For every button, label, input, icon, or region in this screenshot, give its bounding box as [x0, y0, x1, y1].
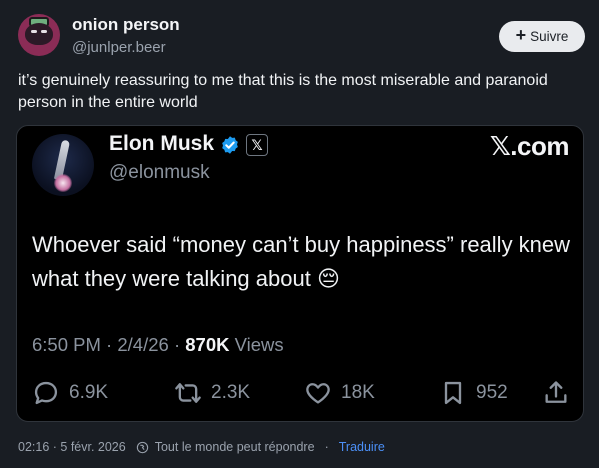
views-count: 870K: [185, 334, 230, 355]
author-handle[interactable]: @junlper.beer: [72, 39, 166, 56]
quoted-post-card[interactable]: Elon Musk 𝕏 @elonmusk 𝕏.com Whoever said…: [16, 125, 584, 422]
quoted-date: 2/4/26: [117, 334, 169, 355]
post-timestamp[interactable]: 02:16 · 5 févr. 2026: [18, 440, 126, 454]
follow-button-label: Suivre: [530, 29, 569, 44]
quoted-avatar[interactable]: [32, 134, 94, 196]
x-com-logo: 𝕏.com: [489, 131, 570, 161]
repost-count: 2.3K: [211, 382, 251, 403]
translate-link[interactable]: Traduire: [339, 440, 385, 454]
follow-button[interactable]: + Suivre: [499, 21, 585, 52]
rocket-flame-shape: [54, 174, 72, 192]
author-avatar[interactable]: [18, 14, 60, 56]
repost-icon: [175, 383, 201, 403]
reply-count: 6.9K: [69, 382, 109, 403]
repost-button[interactable]: 2.3K: [174, 379, 250, 407]
reply-button[interactable]: 6.9K: [32, 379, 108, 407]
share-button[interactable]: [542, 379, 570, 407]
quoted-author-handle[interactable]: @elonmusk: [109, 162, 210, 184]
post-text: it’s genuinely reassuring to me that thi…: [18, 72, 548, 111]
quoted-author-name[interactable]: Elon Musk: [109, 132, 214, 156]
post-footer: 02:16 · 5 févr. 2026 Tout le monde peut …: [18, 440, 385, 454]
action-bar: 6.9K 2.3K 18K 952: [32, 379, 572, 413]
views-label: Views: [234, 334, 284, 355]
reply-icon: [34, 381, 58, 405]
like-button[interactable]: 18K: [304, 379, 375, 407]
quoted-post-text: Whoever said “money can’t buy happiness”…: [32, 232, 571, 291]
bookmark-icon: [444, 381, 462, 405]
x-affiliation-badge: 𝕏: [246, 134, 268, 156]
reply-setting-icon: [136, 441, 148, 453]
verified-badge-icon: [222, 136, 238, 154]
avatar-eye-left: [31, 30, 37, 33]
quoted-post-meta: 6:50 PM · 2/4/26 · 870K Views: [32, 334, 284, 355]
bookmark-count: 952: [476, 382, 508, 403]
share-icon: [545, 381, 567, 403]
author-name[interactable]: onion person: [72, 15, 180, 35]
footer-separator: ·: [324, 440, 329, 454]
like-count: 18K: [341, 382, 375, 403]
bookmark-button[interactable]: 952: [439, 379, 508, 407]
avatar-eye-right: [41, 30, 47, 33]
reply-setting-text: Tout le monde peut répondre: [154, 440, 315, 454]
heart-icon: [306, 383, 330, 404]
plus-icon: +: [515, 25, 527, 45]
x-badge-label: 𝕏: [251, 136, 263, 153]
quoted-time: 6:50 PM: [32, 334, 101, 355]
avatar-face-shape: [25, 23, 53, 45]
